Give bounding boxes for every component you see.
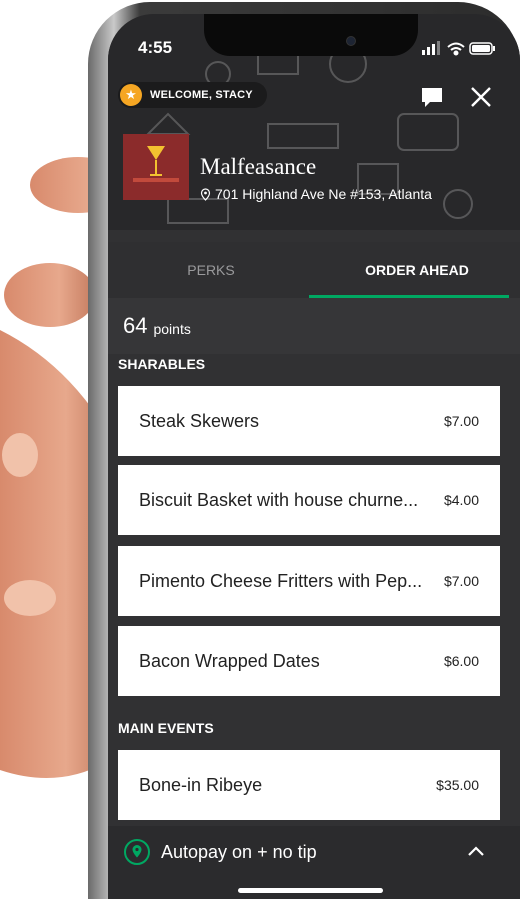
menu-item-name: Steak Skewers: [139, 410, 260, 431]
tab-bar: PERKS ORDER AHEAD: [108, 242, 520, 298]
phone-screen: 4:55 ★ WELCOME, STACY Malfeasance 701 Hi…: [108, 14, 520, 899]
points-bar: 64 points: [108, 298, 520, 354]
menu-item[interactable]: Bone-in Ribeye $35.00: [118, 750, 500, 820]
section-title-main-events: MAIN EVENTS: [118, 720, 214, 736]
close-icon[interactable]: [470, 86, 492, 108]
star-icon: ★: [120, 84, 142, 106]
tab-perks[interactable]: PERKS: [108, 242, 314, 298]
venue-name: Malfeasance: [200, 154, 317, 179]
welcome-badge[interactable]: ★ WELCOME, STACY: [118, 82, 267, 108]
address-text: 701 Highland Ave Ne #153, Atlanta: [215, 186, 432, 202]
menu-item-price: $7.00: [443, 573, 479, 589]
venue-address: 701 Highland Ave Ne #153, Atlanta: [200, 186, 432, 202]
section-title-sharables: SHARABLES: [118, 356, 206, 372]
chat-icon[interactable]: [420, 86, 444, 108]
venue-logo: [123, 134, 189, 200]
menu-item-name: Biscuit Basket with house churne...: [139, 489, 419, 510]
status-icons: [422, 41, 495, 56]
location-pin-icon: [124, 839, 150, 865]
location-pin-icon: [200, 187, 211, 201]
camera-icon: [346, 36, 356, 46]
points-label: points: [153, 321, 191, 337]
points-value: 64: [123, 313, 148, 338]
signal-icon: [422, 41, 440, 55]
wifi-icon: [447, 42, 465, 56]
home-indicator: [238, 888, 383, 893]
menu-item-name: Pimento Cheese Fritters with Pep...: [139, 570, 423, 591]
device-notch: [204, 14, 418, 56]
tab-order-ahead[interactable]: ORDER AHEAD: [314, 242, 520, 298]
menu-item-price: $4.00: [443, 492, 479, 508]
autopay-bar[interactable]: Autopay on + no tip: [108, 826, 520, 899]
menu-item[interactable]: Bacon Wrapped Dates $6.00: [118, 626, 500, 696]
status-time: 4:55: [138, 38, 173, 57]
menu-item-name: Bacon Wrapped Dates: [139, 650, 320, 671]
welcome-text: WELCOME, STACY: [150, 89, 253, 101]
menu-item-price: $7.00: [443, 413, 479, 429]
menu-item-price: $6.00: [443, 653, 479, 669]
menu-item[interactable]: Biscuit Basket with house churne... $4.0…: [118, 465, 500, 535]
menu-item-price: $35.00: [436, 777, 479, 793]
battery-icon: [469, 42, 495, 55]
chevron-up-icon[interactable]: [468, 846, 484, 856]
menu-item[interactable]: Steak Skewers $7.00: [118, 386, 500, 456]
menu-item[interactable]: Pimento Cheese Fritters with Pep... $7.0…: [118, 546, 500, 616]
autopay-text: Autopay on + no tip: [161, 842, 317, 862]
menu-item-name: Bone-in Ribeye: [139, 774, 263, 795]
cocktail-glass-icon: [133, 146, 179, 182]
